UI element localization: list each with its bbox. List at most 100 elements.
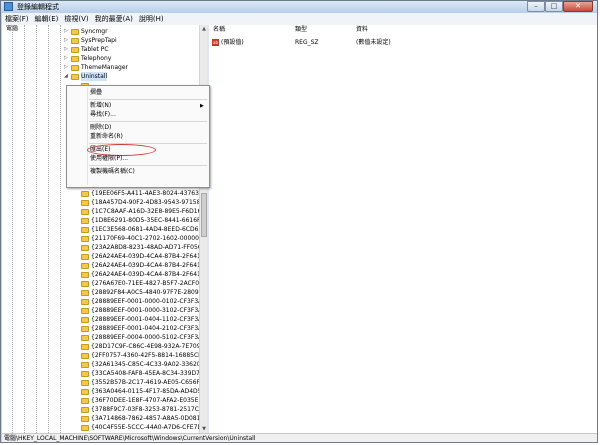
- folder-icon: [81, 200, 89, 206]
- context-menu: 摺疊 新增(N) ▶ 尋找(F)... 刪除(D) 重新命名(R) 匯出(E) 使用權限(P)…: [66, 85, 210, 188]
- value-type[interactable]: REG_SZ: [295, 38, 319, 47]
- window-title: 登錄編輯程式: [17, 3, 59, 11]
- folder-icon: [71, 65, 79, 71]
- tree-node-label: {363A0464-0115-4F17-85DA-AD4D5: [91, 388, 199, 395]
- minimize-button[interactable]: –: [527, 1, 545, 12]
- tree-node-label: {26A24AE4-039D-4CA4-87B4-2F6418: [91, 253, 199, 260]
- folder-icon: [81, 425, 89, 431]
- menu-favorites[interactable]: 我的最愛(A): [92, 13, 136, 25]
- tree-node-label: {33CA5408-FAF8-45EA-8C34-339D70: [91, 370, 199, 377]
- tree-node-label: {3A714868-7862-4857-A8A5-0D0818: [91, 415, 199, 422]
- tree-node-label: Telephony: [81, 55, 112, 62]
- folder-icon: [81, 236, 89, 242]
- context-menu-item[interactable]: 尋找(F)...: [90, 111, 116, 119]
- regedit-app-icon: [4, 2, 13, 11]
- tree-node-label: {40C4F55E-5CCC-44A0-A7D6-CFE7D: [91, 424, 199, 431]
- close-button[interactable]: ✕: [563, 1, 593, 12]
- title-bar[interactable]: 登錄編輯程式 – □ ✕: [1, 1, 597, 13]
- folder-icon: [81, 326, 89, 332]
- tree-node-label: {32A61345-C85C-4C33-9A02-33620D: [91, 361, 199, 368]
- tree-node-label: {28D17C9F-C86C-4E98-932A-7E709C: [91, 343, 199, 350]
- maximize-button[interactable]: □: [545, 1, 563, 12]
- menu-separator: [89, 165, 207, 166]
- menu-view[interactable]: 檢視(V): [61, 13, 91, 25]
- folder-icon: [81, 209, 89, 215]
- tree-node-label: ThemeManager: [81, 64, 128, 71]
- folder-icon: [81, 290, 89, 296]
- folder-icon: [71, 56, 79, 62]
- expand-arrow-icon[interactable]: ▷: [64, 56, 68, 61]
- folder-icon: [81, 416, 89, 422]
- context-menu-item[interactable]: 摺疊: [90, 89, 102, 97]
- tree-node-label: {3788F9C7-03F8-3253-8781-2517C9: [91, 406, 199, 413]
- folder-icon: [81, 335, 89, 341]
- folder-icon: [81, 245, 89, 251]
- folder-icon: [81, 308, 89, 314]
- folder-icon: [81, 407, 89, 413]
- folder-icon: [81, 227, 89, 233]
- tree-node-label: Tablet PC: [81, 46, 109, 53]
- tree-node-label: {23A2A8D8-8231-48AD-AD71-FF056: [91, 244, 199, 251]
- context-menu-item[interactable]: 使用權限(P)...: [90, 155, 128, 163]
- folder-icon: [81, 254, 89, 260]
- folder-icon: [71, 38, 79, 44]
- tree-node-label: {3552B57B-2C17-4619-AE05-C656FD: [91, 379, 199, 386]
- folder-icon: [81, 263, 89, 269]
- status-bar-path: 電腦\HKEY_LOCAL_MACHINE\SOFTWARE\Microsoft…: [2, 433, 597, 442]
- tree-node-label: {28892F84-A0C5-4840-97F7E-280955F: [91, 289, 199, 296]
- expand-arrow-icon[interactable]: ▷: [64, 47, 68, 52]
- folder-icon: [81, 371, 89, 377]
- menu-help[interactable]: 說明(H): [136, 13, 167, 25]
- context-menu-item[interactable]: 重新命名(R): [90, 133, 123, 141]
- tree-node-label: {26A24AE4-039D-4CA4-87B4-2F6418: [91, 262, 199, 269]
- submenu-arrow-icon: ▶: [200, 103, 204, 109]
- folder-icon: [81, 299, 89, 305]
- folder-icon: [81, 317, 89, 323]
- menu-bar: 檔案(F) 編輯(E) 檢視(V) 我的最愛(A) 說明(H): [2, 13, 597, 25]
- folder-icon: [81, 218, 89, 224]
- folder-icon: [81, 191, 89, 197]
- tree-node-label: {276A67E0-71EE-4827-B5F7-2ACF02E: [91, 280, 199, 287]
- folder-icon: [81, 362, 89, 368]
- tree-node-label: {26A24AE4-039D-4CA4-87B4-2F6418: [91, 271, 199, 278]
- tree-node-label: {1C7C8AAF-A16D-32E8-89E5-F6D165: [91, 208, 199, 215]
- collapse-arrow-icon[interactable]: ◢: [64, 74, 68, 79]
- folder-icon: [81, 344, 89, 350]
- expand-arrow-icon[interactable]: ▷: [64, 65, 68, 70]
- expand-arrow-icon[interactable]: ▷: [64, 38, 68, 43]
- tree-node-label: {28889EEF-0001-0000-3102-CF3F3A0: [91, 307, 199, 314]
- context-menu-item[interactable]: 複製機碼名稱(C): [90, 168, 135, 176]
- column-header-data[interactable]: 資料: [356, 25, 368, 35]
- folder-icon: [81, 281, 89, 287]
- tree-node-label: {19EE06F5-A411-4AE3-8024-437639EE: [91, 190, 199, 197]
- tree-node-label: {18A457D4-90F2-4D83-9543-97158415: [91, 199, 199, 206]
- value-data[interactable]: (數值未設定): [356, 38, 391, 47]
- folder-icon: [81, 398, 89, 404]
- tree-node-label: SysPrepTapi: [81, 37, 117, 44]
- column-header-name[interactable]: 名稱: [213, 25, 225, 35]
- folder-icon: [81, 353, 89, 359]
- context-menu-item[interactable]: 新增(N): [90, 102, 111, 110]
- tree-node-label: {28889EEF-0001-0404-1102-CF3F3A0: [91, 316, 199, 323]
- tree-node-label: {28889EEF-0001-0404-2102-CF3F3A0: [91, 325, 199, 332]
- folder-icon: [81, 389, 89, 395]
- expand-arrow-icon[interactable]: ▷: [64, 29, 68, 34]
- column-header-type[interactable]: 類型: [295, 25, 307, 35]
- tree-node-label: {28889EEF-0001-0000-0102-CF3F3A0: [91, 298, 199, 305]
- regedit-window: 登錄編輯程式 – □ ✕ 檔案(F) 編輯(E) 檢視(V) 我的最愛(A) 說…: [0, 0, 598, 443]
- values-pane[interactable]: 名稱 類型 資料 ab (預設值) REG_SZ (數值未設定): [209, 25, 597, 433]
- tree-node-label: {36F70DEE-1E8F-4707-AFA2-E035EE: [91, 397, 199, 404]
- context-menu-item[interactable]: 刪除(D): [90, 124, 111, 132]
- tree-node-label: Uninstall: [81, 72, 108, 81]
- tree-node-label: {21170F69-40C1-2702-1602-0000010: [91, 235, 199, 242]
- folder-icon: [81, 272, 89, 278]
- menu-edit[interactable]: 編輯(E): [32, 13, 62, 25]
- tree-node-label: Syncmgr: [81, 28, 108, 35]
- value-name[interactable]: (預設值): [221, 38, 244, 47]
- menu-separator: [89, 121, 207, 122]
- menu-file[interactable]: 檔案(F): [2, 13, 32, 25]
- tree-node-label: {28889EEF-0004-0000-5102-CF3F3A0: [91, 334, 199, 341]
- folder-icon: [71, 74, 79, 80]
- folder-icon: [71, 47, 79, 53]
- menu-separator: [89, 99, 207, 100]
